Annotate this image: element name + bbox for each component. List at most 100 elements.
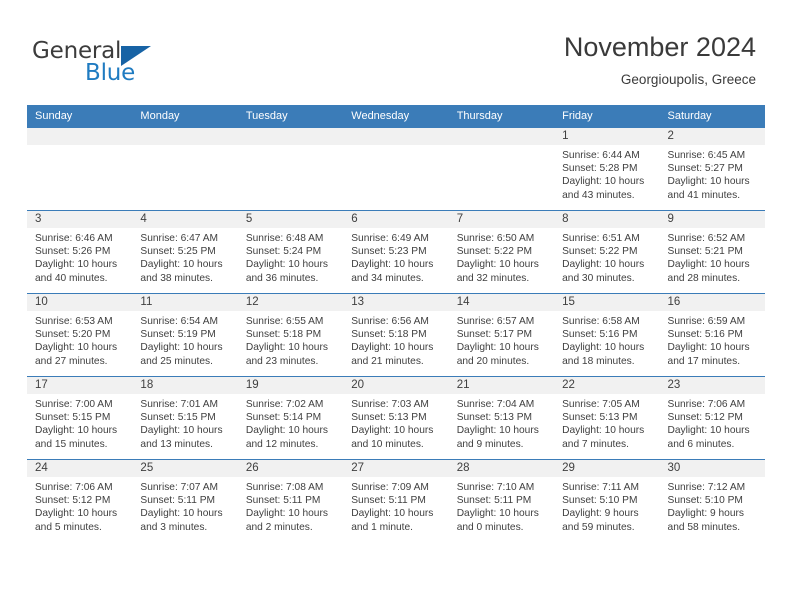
day-number: 3 <box>27 211 133 228</box>
sunset-text: Sunset: 5:14 PM <box>245 412 322 424</box>
daylight-text-line2: and 34 minutes. <box>351 272 424 284</box>
daylight-text-line1: Daylight: 10 hours <box>351 508 434 520</box>
calendar-day-cell[interactable]: 3 Sunrise: 6:46 AM Sunset: 5:26 PM Daylight… <box>27 210 133 294</box>
sunrise-text: Sunrise: 6:47 AM <box>140 233 219 244</box>
daylight-text-line1: Daylight: 10 hours <box>667 176 750 188</box>
calendar-day-cell[interactable]: 28 Sunrise: 7:10 AM Sunset: 5:11 PM Dayligh… <box>448 459 555 542</box>
daylight-text-line1: Daylight: 10 hours <box>35 342 118 354</box>
sunrise-text: Sunrise: 7:01 AM <box>140 399 219 410</box>
day-number: 27 <box>343 460 449 477</box>
calendar-day-cell[interactable]: 21 Sunrise: 7:04 AM Sunset: 5:13 PM Dayligh… <box>448 376 555 460</box>
daylight-text-line2: and 1 minute. <box>351 521 413 533</box>
sunset-text: Sunset: 5:10 PM <box>667 495 743 507</box>
calendar-day-cell[interactable]: 8 Sunrise: 6:51 AM Sunset: 5:22 PM Daylight… <box>554 210 660 294</box>
calendar-day-cell[interactable]: 17 Sunrise: 7:00 AM Sunset: 5:15 PM Dayligh… <box>27 376 133 460</box>
daylight-text-line2: and 7 minutes. <box>562 438 629 450</box>
daylight-text-line1: Daylight: 10 hours <box>351 342 434 354</box>
calendar-day-cell[interactable]: 10 Sunrise: 6:53 AM Sunset: 5:20 PM Dayligh… <box>27 293 133 377</box>
calendar-day-cell[interactable]: 1 Sunrise: 6:44 AM Sunset: 5:28 PM Daylight… <box>554 127 660 211</box>
daylight-text-line1: Daylight: 10 hours <box>35 259 118 271</box>
sunrise-text: Sunrise: 7:06 AM <box>35 482 113 493</box>
sunrise-text: Sunrise: 7:08 AM <box>245 482 324 493</box>
calendar-body: 1 Sunrise: 6:44 AM Sunset: 5:28 PM Daylight… <box>27 127 765 542</box>
day-sun-info: Sunrise: 6:47 AM Sunset: 5:25 PM Daylight:… <box>132 228 237 285</box>
calendar-day-cell[interactable]: 15 Sunrise: 6:58 AM Sunset: 5:16 PM Dayligh… <box>554 293 660 377</box>
calendar-day-cell[interactable]: 7 Sunrise: 6:50 AM Sunset: 5:22 PM Daylight… <box>448 210 555 294</box>
sunset-text: Sunset: 5:21 PM <box>667 246 743 258</box>
sunset-text: Sunset: 5:18 PM <box>351 329 427 341</box>
day-sun-info: Sunrise: 7:02 AM Sunset: 5:14 PM Daylight:… <box>238 394 343 451</box>
calendar-day-cell[interactable]: 19 Sunrise: 7:02 AM Sunset: 5:14 PM Dayligh… <box>237 376 344 460</box>
daylight-text-line1: Daylight: 10 hours <box>140 259 223 271</box>
calendar-day-cell[interactable]: 23 Sunrise: 7:06 AM Sunset: 5:12 PM Dayligh… <box>659 376 765 460</box>
sunset-text: Sunset: 5:11 PM <box>456 495 532 507</box>
sunrise-text: Sunrise: 6:57 AM <box>456 316 535 327</box>
sunset-text: Sunset: 5:18 PM <box>245 329 322 341</box>
day-number: 20 <box>343 377 449 394</box>
calendar-day-cell[interactable]: 13 Sunrise: 6:56 AM Sunset: 5:18 PM Dayligh… <box>343 293 449 377</box>
calendar-day-cell[interactable]: 4 Sunrise: 6:47 AM Sunset: 5:25 PM Daylight… <box>132 210 238 294</box>
calendar-week-row: 24 Sunrise: 7:06 AM Sunset: 5:12 PM Dayligh… <box>27 459 765 542</box>
calendar-day-cell[interactable]: 9 Sunrise: 6:52 AM Sunset: 5:21 PM Daylight… <box>659 210 765 294</box>
calendar-week-row: 10 Sunrise: 6:53 AM Sunset: 5:20 PM Dayligh… <box>27 293 765 377</box>
location-subtitle: Georgioupolis, Greece <box>620 72 756 87</box>
day-sun-info: Sunrise: 7:12 AM Sunset: 5:10 PM Daylight:… <box>660 477 765 534</box>
calendar-day-cell[interactable]: 6 Sunrise: 6:49 AM Sunset: 5:23 PM Daylight… <box>343 210 449 294</box>
calendar-day-cell[interactable]: 24 Sunrise: 7:06 AM Sunset: 5:12 PM Dayligh… <box>27 459 133 542</box>
sunrise-text: Sunrise: 7:02 AM <box>245 399 324 410</box>
calendar-day-cell[interactable]: 2 Sunrise: 6:45 AM Sunset: 5:27 PM Daylight… <box>659 127 765 211</box>
daylight-text-line2: and 5 minutes. <box>35 521 102 533</box>
daylight-text-line2: and 43 minutes. <box>562 189 635 201</box>
day-sun-info: Sunrise: 6:51 AM Sunset: 5:22 PM Daylight:… <box>554 228 659 285</box>
sunrise-text: Sunrise: 6:52 AM <box>667 233 746 244</box>
daylight-text-line2: and 59 minutes. <box>562 521 635 533</box>
sunrise-text: Sunrise: 7:11 AM <box>562 482 639 493</box>
calendar-day-cell[interactable]: 11 Sunrise: 6:54 AM Sunset: 5:19 PM Dayligh… <box>132 293 238 377</box>
day-number: 25 <box>132 460 238 477</box>
daylight-text-line1: Daylight: 10 hours <box>140 425 223 437</box>
day-number: 15 <box>554 294 660 311</box>
weekday-header-tuesday: Tuesday <box>237 105 344 128</box>
day-sun-info: Sunrise: 7:07 AM Sunset: 5:11 PM Daylight:… <box>132 477 237 534</box>
sunrise-text: Sunrise: 7:03 AM <box>351 399 429 410</box>
calendar-day-cell[interactable]: 20 Sunrise: 7:03 AM Sunset: 5:13 PM Dayligh… <box>343 376 449 460</box>
calendar-week-row: 1 Sunrise: 6:44 AM Sunset: 5:28 PM Daylight… <box>27 127 765 211</box>
sunset-text: Sunset: 5:26 PM <box>35 246 111 258</box>
day-number-band <box>343 128 449 145</box>
calendar-day-cell[interactable]: 29 Sunrise: 7:11 AM Sunset: 5:10 PM Dayligh… <box>554 459 660 542</box>
title-block: November 2024 Georgioupolis, Greece <box>564 30 756 88</box>
daylight-text-line1: Daylight: 10 hours <box>667 259 750 271</box>
day-number: 24 <box>27 460 133 477</box>
calendar-day-cell[interactable]: 18 Sunrise: 7:01 AM Sunset: 5:15 PM Dayligh… <box>132 376 238 460</box>
calendar-day-cell[interactable]: 22 Sunrise: 7:05 AM Sunset: 5:13 PM Dayligh… <box>554 376 660 460</box>
day-number: 2 <box>659 128 765 145</box>
calendar-week-row: 3 Sunrise: 6:46 AM Sunset: 5:26 PM Daylight… <box>27 210 765 294</box>
daylight-text-line1: Daylight: 10 hours <box>35 508 118 520</box>
sunrise-text: Sunrise: 6:58 AM <box>562 316 640 327</box>
sunrise-text: Sunrise: 7:10 AM <box>456 482 535 493</box>
calendar-day-cell[interactable]: 26 Sunrise: 7:08 AM Sunset: 5:11 PM Dayligh… <box>237 459 344 542</box>
calendar-page: General Blue November 2024 Georgioupolis… <box>0 0 792 612</box>
daylight-text-line1: Daylight: 10 hours <box>245 508 328 520</box>
day-number: 5 <box>237 211 344 228</box>
daylight-text-line1: Daylight: 10 hours <box>456 342 539 354</box>
calendar-day-cell[interactable]: 16 Sunrise: 6:59 AM Sunset: 5:16 PM Dayligh… <box>659 293 765 377</box>
calendar-day-cell[interactable]: 12 Sunrise: 6:55 AM Sunset: 5:18 PM Dayligh… <box>237 293 344 377</box>
sunrise-text: Sunrise: 6:50 AM <box>456 233 535 244</box>
calendar-day-cell[interactable]: 5 Sunrise: 6:48 AM Sunset: 5:24 PM Daylight… <box>237 210 344 294</box>
daylight-text-line2: and 28 minutes. <box>667 272 741 284</box>
day-sun-info: Sunrise: 6:55 AM Sunset: 5:18 PM Daylight:… <box>238 311 343 368</box>
day-number: 9 <box>659 211 765 228</box>
calendar-day-cell[interactable]: 14 Sunrise: 6:57 AM Sunset: 5:17 PM Dayligh… <box>448 293 555 377</box>
sunset-text: Sunset: 5:22 PM <box>456 246 533 258</box>
calendar-day-cell[interactable]: 30 Sunrise: 7:12 AM Sunset: 5:10 PM Dayligh… <box>659 459 765 542</box>
calendar-day-cell[interactable]: 27 Sunrise: 7:09 AM Sunset: 5:11 PM Dayligh… <box>343 459 449 542</box>
daylight-text-line1: Daylight: 10 hours <box>351 425 434 437</box>
day-sun-info: Sunrise: 7:10 AM Sunset: 5:11 PM Daylight:… <box>449 477 554 534</box>
daylight-text-line2: and 25 minutes. <box>140 355 213 367</box>
daylight-text-line2: and 9 minutes. <box>456 438 524 450</box>
daylight-text-line1: Daylight: 10 hours <box>456 508 539 520</box>
calendar-day-cell[interactable]: 25 Sunrise: 7:07 AM Sunset: 5:11 PM Dayligh… <box>132 459 238 542</box>
sunset-text: Sunset: 5:24 PM <box>245 246 322 258</box>
day-sun-info: Sunrise: 6:49 AM Sunset: 5:23 PM Daylight:… <box>343 228 448 285</box>
